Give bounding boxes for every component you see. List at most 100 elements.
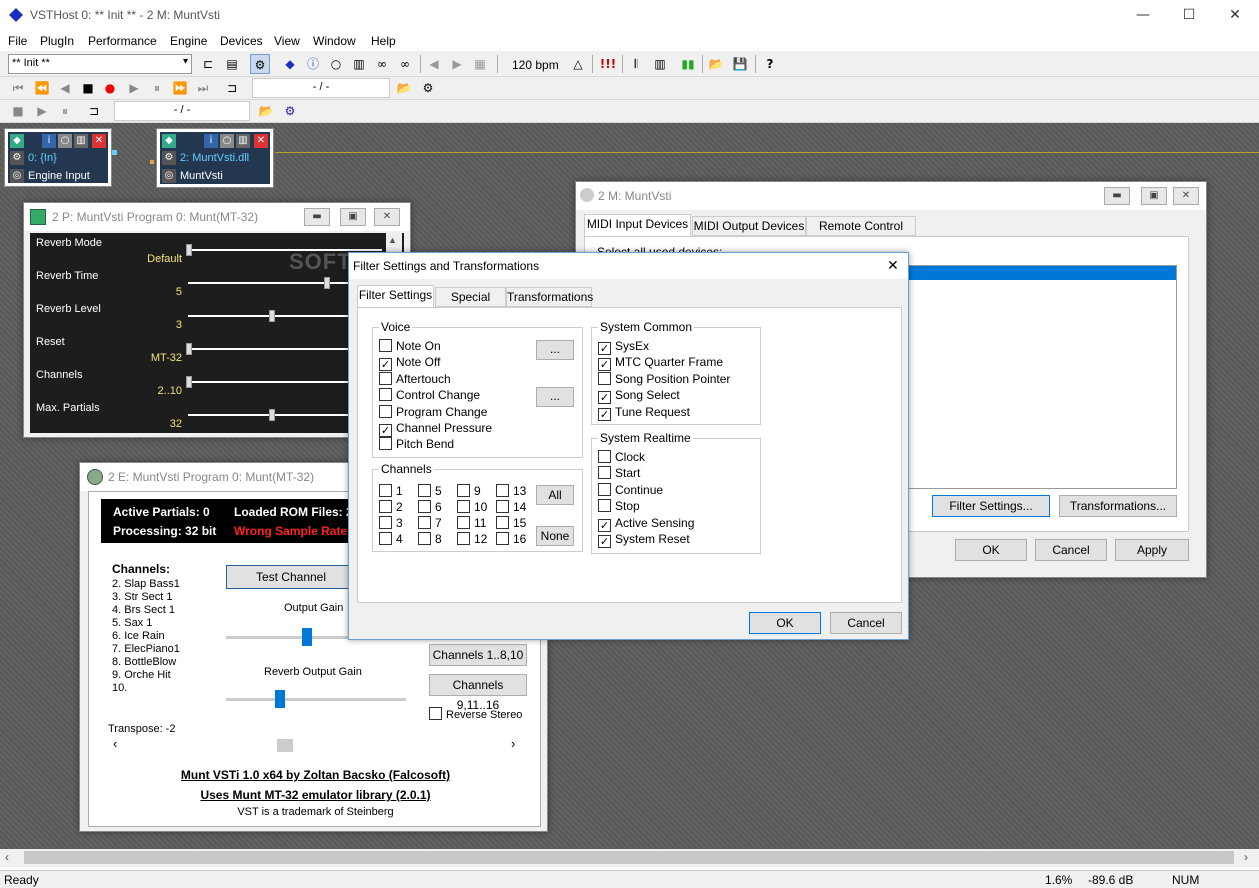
- tab-remote-control[interactable]: Remote Control Port: [806, 216, 916, 251]
- scroll-left-icon[interactable]: ‹: [113, 736, 117, 751]
- transformations-button[interactable]: Transformations...: [1059, 495, 1177, 517]
- menu-performance[interactable]: Performance: [88, 34, 157, 48]
- credit-link-1[interactable]: Munt VSTi 1.0 x64 by Zoltan Bacsko (Falc…: [89, 768, 542, 782]
- cancel-button[interactable]: Cancel: [1035, 539, 1107, 561]
- output-gain-thumb[interactable]: [302, 628, 312, 646]
- channel-checkbox[interactable]: 11: [457, 516, 486, 530]
- checkbox-icon[interactable]: [496, 484, 509, 497]
- checkbox-icon[interactable]: [418, 516, 431, 529]
- param-slider-thumb[interactable]: [186, 376, 192, 388]
- param-slider-thumb[interactable]: [269, 409, 276, 421]
- all-channels-button[interactable]: All: [536, 485, 574, 505]
- tab-filter-settings[interactable]: Filter Settings: [357, 285, 434, 307]
- checkbox-icon[interactable]: [379, 404, 392, 418]
- channel-checkbox[interactable]: 6: [418, 500, 442, 514]
- minimize-button[interactable]: ▬: [304, 208, 330, 226]
- info-icon[interactable]: ⓘ: [303, 54, 323, 74]
- credit-link-2[interactable]: Uses Munt MT-32 emulator library (2.0.1): [89, 788, 542, 802]
- node-engine-input[interactable]: ◆ i ○ ▥ ✕ ⚙ 0: {In} ◎ Engine Input: [4, 128, 112, 187]
- menu-devices[interactable]: Devices: [220, 34, 263, 48]
- channel-checkbox[interactable]: 5: [418, 484, 442, 498]
- menu-file[interactable]: File: [8, 34, 27, 48]
- checkbox-icon[interactable]: ✓: [379, 358, 392, 372]
- tab-transformations[interactable]: Transformations: [506, 287, 593, 307]
- checkbox-icon[interactable]: [379, 516, 392, 529]
- record-icon[interactable]: ●: [100, 78, 120, 98]
- tab-midi-input[interactable]: MIDI Input Devices: [584, 214, 691, 236]
- wave-stop-icon[interactable]: ■: [8, 101, 28, 121]
- open-wave-icon[interactable]: 📂: [256, 101, 276, 121]
- tab-special-filter[interactable]: Special Filter: [435, 287, 506, 322]
- params-icon[interactable]: ▥: [349, 54, 369, 74]
- wave-settings-icon[interactable]: ⚙: [280, 101, 300, 121]
- engine-toggle-icon[interactable]: ⚙: [250, 54, 270, 74]
- stop-icon[interactable]: ■: [78, 78, 98, 98]
- checkbox-note-on[interactable]: Note On: [379, 339, 441, 353]
- bpm-display[interactable]: 120 bpm: [512, 58, 559, 72]
- checkbox-icon[interactable]: [418, 532, 431, 545]
- checkbox-icon[interactable]: [457, 532, 470, 545]
- channel-checkbox[interactable]: 3: [379, 516, 403, 530]
- filter-settings-button[interactable]: Filter Settings...: [932, 495, 1050, 517]
- minimize-button[interactable]: —: [1120, 0, 1166, 31]
- channel-checkbox[interactable]: 13: [496, 484, 526, 498]
- node-muntvsti[interactable]: ◆ i ○ ▥ ✕ ⚙ 2: MuntVsti.dll ◎ MuntVsti: [156, 128, 274, 188]
- checkbox-icon[interactable]: [379, 371, 392, 385]
- arrow-right-icon[interactable]: ▶: [447, 54, 467, 74]
- channel-checkbox[interactable]: 14: [496, 500, 526, 514]
- voice-cc-options-button[interactable]: ...: [536, 387, 574, 407]
- checkbox-icon[interactable]: [379, 532, 392, 545]
- help-icon[interactable]: ?: [760, 54, 780, 74]
- maximize-button[interactable]: ▣: [340, 208, 366, 226]
- checkbox-stop[interactable]: Stop: [598, 499, 640, 513]
- wave-play-icon[interactable]: ▶: [32, 101, 52, 121]
- transpose-scrollbar[interactable]: ‹ ›: [109, 736, 521, 752]
- arrow-left-icon[interactable]: ◀: [424, 54, 444, 74]
- menu-engine[interactable]: Engine: [170, 34, 207, 48]
- chain2-icon[interactable]: ∞: [395, 54, 415, 74]
- checkbox-icon[interactable]: [418, 500, 431, 513]
- channel-checkbox[interactable]: 1: [379, 484, 403, 498]
- loop-icon[interactable]: ⊐: [222, 78, 242, 98]
- workspace-scrollbar[interactable]: ‹ ›: [0, 849, 1259, 867]
- channel-checkbox[interactable]: 8: [418, 532, 442, 546]
- channel-checkbox[interactable]: 15: [496, 516, 526, 530]
- checkbox-icon[interactable]: [496, 500, 509, 513]
- arrange-icon[interactable]: ▤: [222, 54, 242, 74]
- metronome-icon[interactable]: △: [568, 54, 588, 74]
- checkbox-control-change[interactable]: Control Change: [379, 388, 480, 402]
- checkbox-icon[interactable]: [598, 371, 611, 385]
- checkbox-system-reset[interactable]: ✓ System Reset: [598, 532, 690, 548]
- checkbox-icon[interactable]: ✓: [598, 518, 611, 532]
- channel-checkbox[interactable]: 12: [457, 532, 487, 546]
- midi-settings-icon[interactable]: ⚙: [418, 78, 438, 98]
- minimize-button[interactable]: ▬: [1104, 187, 1130, 205]
- channel-checkbox[interactable]: 4: [379, 532, 403, 546]
- forward-end-icon[interactable]: ⏭: [193, 78, 213, 98]
- node-info-icon[interactable]: i: [42, 134, 56, 148]
- chain-icon[interactable]: ∞: [372, 54, 392, 74]
- pause-icon[interactable]: ⏸: [147, 78, 167, 98]
- checkbox-clock[interactable]: Clock: [598, 450, 645, 464]
- checkbox-icon[interactable]: ✓: [598, 342, 611, 355]
- scroll-left-icon[interactable]: ‹: [5, 850, 9, 864]
- checkbox-icon[interactable]: [379, 388, 392, 402]
- plugin-icon[interactable]: ◆: [280, 54, 300, 74]
- channel-checkbox[interactable]: 7: [418, 516, 442, 530]
- checkbox-icon[interactable]: [496, 516, 509, 529]
- menu-view[interactable]: View: [274, 34, 300, 48]
- reverse-stereo-checkbox[interactable]: Reverse Stereo: [429, 707, 522, 721]
- cancel-button[interactable]: Cancel: [830, 612, 902, 634]
- open-folder-icon[interactable]: 📂: [706, 54, 726, 74]
- checkbox-icon[interactable]: [598, 450, 611, 463]
- ok-button[interactable]: OK: [955, 539, 1027, 561]
- scroll-right-icon[interactable]: ›: [1244, 850, 1248, 864]
- param-slider[interactable]: [188, 249, 382, 251]
- checkbox-continue[interactable]: Continue: [598, 482, 663, 497]
- keyboard-icon[interactable]: 𝄃: [626, 54, 646, 74]
- channel-checkbox[interactable]: 10: [457, 500, 487, 514]
- checkbox-icon[interactable]: [598, 482, 611, 496]
- checkbox-icon[interactable]: ✓: [598, 358, 611, 372]
- wave-loop-icon[interactable]: ⊐: [84, 101, 104, 121]
- checkbox-icon[interactable]: ✓: [598, 535, 611, 548]
